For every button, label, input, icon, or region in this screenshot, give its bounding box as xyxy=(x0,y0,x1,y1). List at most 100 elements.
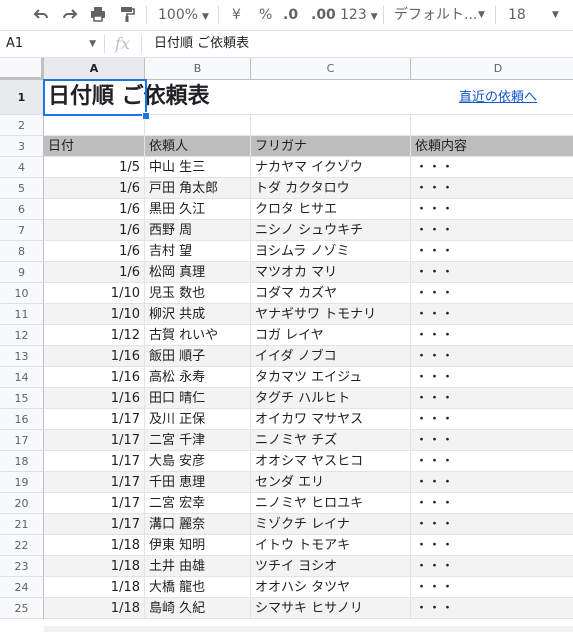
client-name-cell[interactable]: 高松 永寿 xyxy=(145,367,251,388)
content-cell[interactable]: ・・・ xyxy=(411,493,573,514)
row-header[interactable]: 13 xyxy=(0,346,44,367)
furigana-cell[interactable]: ミゾクチ レイナ xyxy=(251,514,411,535)
furigana-cell[interactable]: オオシマ ヤスヒコ xyxy=(251,451,411,472)
undo-icon[interactable] xyxy=(32,5,50,25)
column-header-a[interactable]: A xyxy=(44,58,145,80)
client-name-cell[interactable]: 大島 安彦 xyxy=(145,451,251,472)
content-cell[interactable]: ・・・ xyxy=(411,472,573,493)
date-cell[interactable]: 1/6 xyxy=(44,241,145,262)
date-cell[interactable]: 1/10 xyxy=(44,304,145,325)
cell-d2[interactable] xyxy=(411,115,573,136)
date-cell[interactable]: 1/12 xyxy=(44,325,145,346)
row-header[interactable]: 8 xyxy=(0,241,44,262)
decrease-decimal-button[interactable]: .0 xyxy=(283,5,298,25)
content-cell[interactable]: ・・・ xyxy=(411,157,573,178)
name-box[interactable]: A1 ▼ xyxy=(6,35,96,53)
client-name-cell[interactable]: 西野 周 xyxy=(145,220,251,241)
client-name-cell[interactable]: 溝口 麗奈 xyxy=(145,514,251,535)
client-name-cell[interactable]: 戸田 角太郎 xyxy=(145,178,251,199)
content-cell[interactable]: ・・・ xyxy=(411,220,573,241)
client-name-cell[interactable]: 吉村 望 xyxy=(145,241,251,262)
zoom-select[interactable]: 100% ▼ xyxy=(158,5,209,25)
furigana-cell[interactable]: センダ エリ xyxy=(251,472,411,493)
content-cell[interactable]: ・・・ xyxy=(411,262,573,283)
increase-decimal-button[interactable]: .00 xyxy=(311,5,336,25)
row-header[interactable]: 12 xyxy=(0,325,44,346)
content-cell[interactable]: ・・・ xyxy=(411,199,573,220)
row-header[interactable]: 24 xyxy=(0,577,44,598)
date-cell[interactable]: 1/10 xyxy=(44,283,145,304)
redo-icon[interactable] xyxy=(61,5,79,25)
row-header[interactable]: 16 xyxy=(0,409,44,430)
fill-handle[interactable] xyxy=(142,112,150,120)
furigana-cell[interactable]: ニシノ シュウキチ xyxy=(251,220,411,241)
content-cell[interactable]: ・・・ xyxy=(411,409,573,430)
furigana-cell[interactable]: ヨシムラ ノゾミ xyxy=(251,241,411,262)
client-name-cell[interactable]: 二宮 千津 xyxy=(145,430,251,451)
content-cell[interactable]: ・・・ xyxy=(411,451,573,472)
furigana-cell[interactable]: コダマ カズヤ xyxy=(251,283,411,304)
date-cell[interactable]: 1/18 xyxy=(44,598,145,619)
font-size-select[interactable]: 18 ▼ xyxy=(508,5,562,25)
content-cell[interactable]: ・・・ xyxy=(411,283,573,304)
furigana-cell[interactable]: コガ レイヤ xyxy=(251,325,411,346)
content-cell[interactable]: ・・・ xyxy=(411,514,573,535)
furigana-cell[interactable]: オオハシ タツヤ xyxy=(251,577,411,598)
content-cell[interactable]: ・・・ xyxy=(411,535,573,556)
row-header-1[interactable]: 1 xyxy=(0,80,44,115)
date-cell[interactable]: 1/17 xyxy=(44,430,145,451)
cell-a2[interactable] xyxy=(44,115,145,136)
row-header-3[interactable]: 3 xyxy=(0,136,44,157)
row-header[interactable]: 22 xyxy=(0,535,44,556)
row-header[interactable]: 14 xyxy=(0,367,44,388)
client-name-cell[interactable]: 黒田 久江 xyxy=(145,199,251,220)
furigana-cell[interactable]: ナカヤマ イクゾウ xyxy=(251,157,411,178)
sheet-title[interactable]: 日付順 ご依頼表 xyxy=(44,80,210,115)
client-name-cell[interactable]: 千田 恵理 xyxy=(145,472,251,493)
column-header-b[interactable]: B xyxy=(145,58,251,80)
recent-requests-link[interactable]: 直近の依頼へ xyxy=(411,80,573,115)
client-name-cell[interactable]: 土井 由雄 xyxy=(145,556,251,577)
row-header[interactable]: 19 xyxy=(0,472,44,493)
furigana-cell[interactable]: タカマツ エイジュ xyxy=(251,367,411,388)
client-name-cell[interactable]: 松岡 真理 xyxy=(145,262,251,283)
furigana-cell[interactable]: オイカワ マサヤス xyxy=(251,409,411,430)
client-name-cell[interactable]: 及川 正保 xyxy=(145,409,251,430)
client-name-cell[interactable]: 田口 晴仁 xyxy=(145,388,251,409)
date-cell[interactable]: 1/18 xyxy=(44,556,145,577)
furigana-cell[interactable]: ニノミヤ ヒロユキ xyxy=(251,493,411,514)
date-cell[interactable]: 1/16 xyxy=(44,346,145,367)
column-header-d[interactable]: D xyxy=(411,58,573,80)
select-all-corner[interactable] xyxy=(0,58,44,80)
content-cell[interactable]: ・・・ xyxy=(411,367,573,388)
date-cell[interactable]: 1/17 xyxy=(44,493,145,514)
date-cell[interactable]: 1/17 xyxy=(44,514,145,535)
date-cell[interactable]: 1/17 xyxy=(44,451,145,472)
header-date[interactable]: 日付 xyxy=(44,136,145,157)
more-formats-select[interactable]: 123 ▼ xyxy=(340,5,378,25)
row-header[interactable]: 17 xyxy=(0,430,44,451)
horizontal-scrollbar[interactable] xyxy=(44,626,573,632)
row-header[interactable]: 6 xyxy=(0,199,44,220)
date-cell[interactable]: 1/6 xyxy=(44,220,145,241)
cell-c1[interactable] xyxy=(251,80,411,115)
date-cell[interactable]: 1/18 xyxy=(44,577,145,598)
date-cell[interactable]: 1/6 xyxy=(44,178,145,199)
furigana-cell[interactable]: イトウ トモアキ xyxy=(251,535,411,556)
formula-input[interactable]: 日付順 ご依頼表 xyxy=(154,35,249,53)
row-header[interactable]: 5 xyxy=(0,178,44,199)
date-cell[interactable]: 1/5 xyxy=(44,157,145,178)
paint-format-icon[interactable] xyxy=(118,5,136,25)
content-cell[interactable]: ・・・ xyxy=(411,346,573,367)
client-name-cell[interactable]: 古賀 れいや xyxy=(145,325,251,346)
percent-format-button[interactable]: % xyxy=(259,5,272,25)
date-cell[interactable]: 1/6 xyxy=(44,262,145,283)
currency-format-button[interactable]: ¥ xyxy=(232,5,241,25)
date-cell[interactable]: 1/17 xyxy=(44,409,145,430)
date-cell[interactable]: 1/18 xyxy=(44,535,145,556)
content-cell[interactable]: ・・・ xyxy=(411,556,573,577)
client-name-cell[interactable]: 児玉 数也 xyxy=(145,283,251,304)
date-cell[interactable]: 1/17 xyxy=(44,472,145,493)
furigana-cell[interactable]: マツオカ マリ xyxy=(251,262,411,283)
row-header[interactable]: 4 xyxy=(0,157,44,178)
